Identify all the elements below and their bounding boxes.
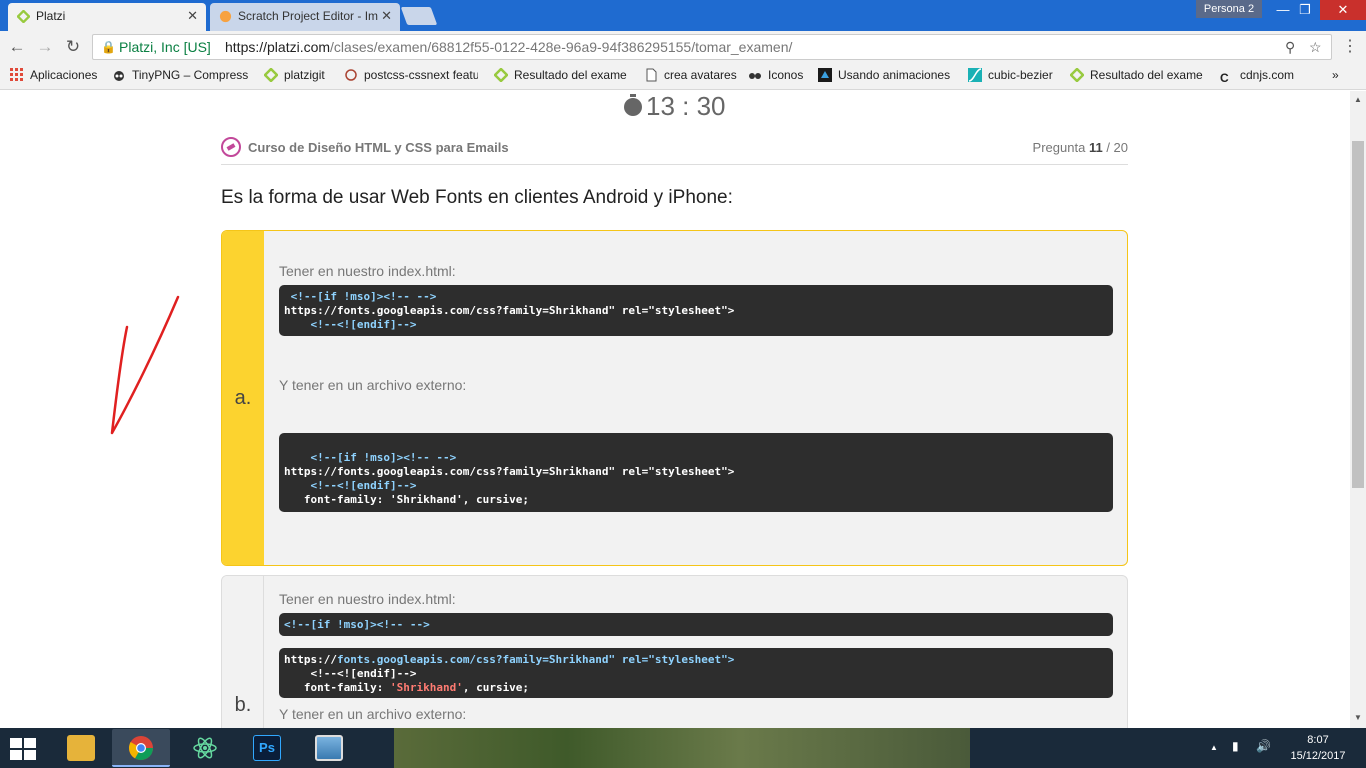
code-block: <!--[if !mso]><!-- --> https://fonts.goo…: [279, 433, 1113, 512]
cdnjs-icon: C: [1220, 71, 1229, 85]
bookmark-tinypng[interactable]: TinyPNG – Compress: [112, 68, 248, 85]
option-text: Y tener en un archivo externo:: [279, 706, 467, 722]
code-block: https://fonts.googleapis.com/css?family=…: [279, 648, 1113, 698]
atom-icon: [193, 737, 217, 759]
bookmark-platzigit[interactable]: platzigit: [264, 68, 325, 85]
curve-icon: [968, 68, 982, 82]
lock-icon: 🔒: [101, 40, 116, 54]
taskbar-wallpaper-thumbnail: [394, 728, 970, 768]
bookmark-cdnjs[interactable]: Ccdnjs.com: [1220, 68, 1294, 85]
tab-title: Platzi: [36, 9, 66, 23]
forward-button[interactable]: →: [34, 37, 56, 57]
bookmark-animaciones[interactable]: Usando animaciones: [818, 68, 952, 85]
scroll-up-arrow-icon[interactable]: ▲: [1354, 95, 1362, 104]
platzi-icon: [1070, 68, 1084, 82]
taskbar-atom[interactable]: [176, 729, 234, 767]
new-tab-button[interactable]: [400, 7, 438, 25]
battery-icon[interactable]: ▮: [1232, 739, 1239, 753]
option-letter-column: b.: [222, 576, 264, 728]
browser-titlebar: Platzi ✕ Scratch Project Editor - Im ✕ P…: [0, 0, 1366, 31]
platzi-icon: [17, 10, 30, 23]
bookmarks-more-button[interactable]: »: [1332, 68, 1339, 85]
tab-scratch[interactable]: Scratch Project Editor - Im ✕: [210, 3, 400, 31]
option-text: Tener en nuestro index.html:: [279, 591, 456, 607]
bookmarks-bar: Aplicaciones TinyPNG – Compress platzigi…: [0, 63, 1366, 90]
photoshop-icon: Ps: [253, 735, 281, 761]
system-clock[interactable]: 8:07 15/12/2017: [1288, 732, 1348, 764]
postcss-icon: [345, 69, 357, 81]
code-block: <!--[if !mso]><!-- -->: [279, 613, 1113, 636]
file-explorer-icon: [67, 735, 95, 761]
browser-toolbar: ← → ↻ 🔒 Platzi, Inc [US] https://platzi.…: [0, 31, 1366, 63]
question-counter: Pregunta 11 / 20: [1032, 140, 1128, 155]
bookmark-cubic-bezier[interactable]: cubic-bezier: [968, 68, 1053, 85]
taskbar-photoshop[interactable]: Ps: [238, 729, 296, 767]
tab-platzi[interactable]: Platzi ✕: [8, 3, 206, 31]
secure-origin-label: Platzi, Inc [US]: [119, 39, 211, 55]
taskbar-chrome[interactable]: [112, 729, 170, 767]
windows-taskbar: Ps ▲ ▮ 🔊 8:07 15/12/2017: [0, 728, 1366, 768]
photos-icon: [315, 735, 343, 761]
bookmark-resultado-1[interactable]: Resultado del exame: [494, 68, 628, 85]
option-text: Tener en nuestro index.html:: [279, 263, 456, 279]
bookmark-apps[interactable]: Aplicaciones: [10, 68, 97, 85]
handdrawn-checkmark-icon: [110, 295, 180, 435]
close-tab-icon[interactable]: ✕: [381, 3, 392, 29]
stopwatch-icon: [624, 94, 642, 116]
panda-icon: [114, 71, 124, 81]
close-window-button[interactable]: ✕: [1320, 0, 1366, 20]
page-icon: [646, 68, 657, 82]
question-text: Es la forma de usar Web Fonts en cliente…: [221, 187, 733, 208]
volume-icon[interactable]: 🔊: [1256, 739, 1271, 753]
scrollbar-thumb[interactable]: [1352, 141, 1364, 488]
course-header: Curso de Diseño HTML y CSS para Emails P…: [221, 137, 1128, 165]
back-button[interactable]: ←: [6, 37, 28, 57]
maximize-button[interactable]: ❐: [1288, 0, 1322, 20]
windows-start-icon[interactable]: [10, 738, 36, 760]
bookmark-resultado-2[interactable]: Resultado del exame: [1070, 68, 1204, 85]
chrome-icon: [128, 736, 153, 761]
option-letter: a.: [234, 387, 252, 409]
taskbar-photos[interactable]: [300, 729, 358, 767]
url-text[interactable]: https://platzi.com/clases/examen/68812f5…: [225, 35, 792, 59]
scratch-icon: [219, 10, 232, 23]
answer-option-a[interactable]: a. Tener en nuestro index.html: <!--[if …: [221, 230, 1128, 566]
course-badge-icon: [221, 137, 241, 157]
course-title: Curso de Diseño HTML y CSS para Emails: [248, 140, 509, 155]
taskbar-file-explorer[interactable]: [52, 729, 110, 767]
option-letter: b.: [234, 694, 252, 716]
tray-chevron-icon[interactable]: ▲: [1210, 743, 1218, 752]
option-letter-column: a.: [222, 231, 264, 565]
profile-button[interactable]: Persona 2: [1196, 0, 1262, 18]
page-content: 13 : 30 Curso de Diseño HTML y CSS para …: [0, 91, 1350, 728]
answer-option-b[interactable]: b. Tener en nuestro index.html: <!--[if …: [221, 575, 1128, 728]
tab-title: Scratch Project Editor - Im: [238, 9, 379, 23]
platzi-icon: [264, 68, 278, 82]
close-tab-icon[interactable]: ✕: [187, 3, 198, 29]
mdn-icon: [818, 68, 832, 82]
bookmark-crea-avatares[interactable]: crea avatares: [644, 68, 737, 85]
exam-timer: 13 : 30: [624, 91, 726, 122]
code-block: <!--[if !mso]><!-- --> https://fonts.goo…: [279, 285, 1113, 336]
scroll-down-arrow-icon[interactable]: ▼: [1354, 713, 1362, 722]
search-icon[interactable]: ⚲: [1285, 35, 1295, 59]
option-text: Y tener en un archivo externo:: [279, 377, 467, 393]
bookmark-postcss[interactable]: postcss-cssnext featu: [344, 68, 478, 85]
address-bar[interactable]: 🔒 Platzi, Inc [US] https://platzi.com/cl…: [92, 34, 1332, 60]
page-scrollbar[interactable]: ▲ ▼: [1350, 91, 1366, 728]
apps-grid-icon: [10, 68, 23, 81]
bookmark-iconos[interactable]: Iconos: [748, 68, 803, 85]
platzi-icon: [494, 68, 508, 82]
reload-button[interactable]: ↻: [62, 37, 84, 57]
star-icon[interactable]: ☆: [1309, 35, 1322, 59]
glasses-icon: [749, 73, 761, 79]
menu-dots-icon[interactable]: ⋮: [1342, 36, 1358, 56]
